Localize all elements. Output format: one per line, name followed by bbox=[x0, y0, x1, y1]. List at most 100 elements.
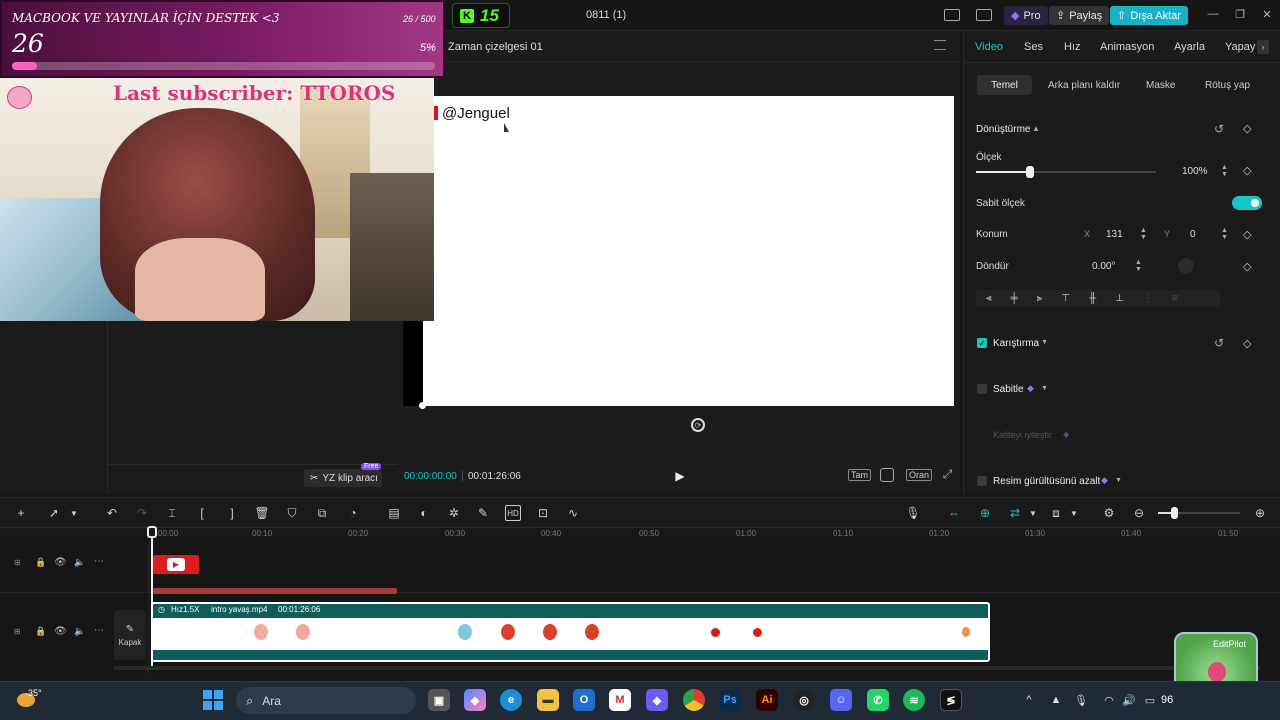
denoise-chevron-down-icon[interactable]: ▼ bbox=[1115, 477, 1122, 484]
position-x-value[interactable]: 131 bbox=[1106, 229, 1123, 240]
align-center-v-icon[interactable]: ╫ bbox=[1089, 293, 1096, 304]
uniform-scale-toggle[interactable] bbox=[1232, 196, 1262, 210]
youtube-clip[interactable]: ▶ bbox=[153, 555, 199, 574]
windows-start-icon[interactable] bbox=[203, 690, 223, 710]
position-x-stepper-icon[interactable]: ▲ ▼ bbox=[1140, 227, 1147, 241]
snapshot-icon[interactable] bbox=[880, 468, 894, 482]
position-y-value[interactable]: 0 bbox=[1190, 229, 1196, 240]
blend-chevron-down-icon[interactable]: ▼ bbox=[1041, 339, 1048, 346]
lock-icon[interactable]: 🔒 bbox=[35, 626, 46, 637]
scale-value[interactable]: 100% bbox=[1182, 166, 1208, 177]
blend-checkbox[interactable]: ✓ bbox=[977, 338, 987, 348]
rotate-value[interactable]: 0.00° bbox=[1092, 261, 1115, 272]
play-icon[interactable]: ▶ bbox=[673, 468, 687, 484]
hd-icon[interactable]: HD bbox=[505, 505, 521, 521]
rotate-dial[interactable] bbox=[1178, 258, 1194, 274]
keyboard-icon[interactable] bbox=[976, 9, 992, 21]
tab-animation[interactable]: Animasyon bbox=[1100, 41, 1154, 53]
wifi-icon[interactable]: ◠ bbox=[1102, 693, 1116, 707]
restore-icon[interactable]: ❐ bbox=[1232, 6, 1248, 22]
volume-icon[interactable]: 🔈 bbox=[74, 626, 85, 637]
stabilize-checkbox[interactable] bbox=[977, 384, 987, 394]
pro-button[interactable]: ◆ Pro bbox=[1004, 6, 1048, 25]
trim-end-icon[interactable]: ] bbox=[224, 505, 240, 521]
tab-audio[interactable]: Ses bbox=[1024, 41, 1043, 53]
link-icon[interactable]: ⊕ bbox=[977, 505, 993, 521]
split-icon[interactable]: ⌶ bbox=[164, 505, 180, 521]
minimize-icon[interactable]: — bbox=[1205, 6, 1221, 22]
stabilize-label[interactable]: Sabitle bbox=[993, 384, 1024, 395]
collapse-up-icon[interactable]: ▲ bbox=[1032, 124, 1040, 133]
redo-icon[interactable]: ↷ bbox=[134, 505, 150, 521]
keyframe-icon[interactable]: ◇ bbox=[1243, 122, 1251, 135]
chrome-icon[interactable] bbox=[683, 689, 705, 711]
reset-icon[interactable]: ↺ bbox=[1214, 122, 1224, 136]
subtab-remove-bg[interactable]: Arka planı kaldır bbox=[1048, 80, 1120, 91]
tray-chevron-up-icon[interactable]: ^ bbox=[1023, 693, 1035, 707]
preview-toggle-icon[interactable]: ⧈ bbox=[1048, 505, 1064, 521]
spotify-icon[interactable]: ≋ bbox=[903, 689, 925, 711]
chevron-down-icon[interactable]: ▼ bbox=[66, 505, 82, 521]
discord-icon[interactable]: ☺ bbox=[830, 689, 852, 711]
align-right-icon[interactable]: ⫸ bbox=[1037, 293, 1043, 304]
align-top-icon[interactable]: ⊤ bbox=[1061, 293, 1070, 304]
timeline-scrollbar[interactable] bbox=[113, 666, 1260, 670]
delete-icon[interactable]: 🗑 bbox=[254, 505, 270, 521]
distribute-v-icon[interactable]: ≡ bbox=[1172, 293, 1178, 304]
chevron-right-icon[interactable]: › bbox=[1257, 40, 1269, 54]
blend-label[interactable]: Karıştırma bbox=[993, 338, 1039, 349]
more-icon[interactable]: ⋯ bbox=[94, 625, 104, 636]
file-explorer-icon[interactable]: ▬ bbox=[537, 689, 559, 711]
stabilize-chevron-down-icon[interactable]: ▼ bbox=[1041, 385, 1048, 392]
audio-wave-icon[interactable]: ∿ bbox=[565, 505, 581, 521]
zoom-in-icon[interactable]: ⊕ bbox=[1252, 505, 1268, 521]
select-tool-icon[interactable]: ➚ bbox=[46, 505, 62, 521]
lock-icon[interactable]: 🔒 bbox=[35, 557, 46, 568]
freeze-icon[interactable]: ◐ bbox=[416, 505, 432, 521]
ratio-button[interactable]: Oran bbox=[906, 469, 933, 481]
capcut-icon[interactable]: ≶ bbox=[940, 689, 962, 711]
photoshop-icon[interactable]: Ps bbox=[719, 689, 741, 711]
tab-ai[interactable]: Yapay bbox=[1225, 41, 1255, 53]
obs-icon[interactable]: ◎ bbox=[793, 689, 815, 711]
ripple-chevron-down-icon[interactable]: ▼ bbox=[1025, 505, 1041, 521]
layout-icon[interactable] bbox=[944, 9, 960, 21]
copilot-icon[interactable]: ◆ bbox=[464, 689, 486, 711]
vpn-icon[interactable]: ◈ bbox=[646, 689, 668, 711]
subtab-basic[interactable]: Temel bbox=[977, 75, 1032, 95]
volume-icon[interactable]: 🔈 bbox=[74, 557, 85, 568]
align-center-h-icon[interactable]: ╪ bbox=[1011, 293, 1018, 304]
cover-button[interactable]: ✎ Kapak bbox=[114, 610, 146, 660]
outlook-icon[interactable]: O bbox=[573, 689, 595, 711]
ripple-icon[interactable]: ⇄ bbox=[1007, 505, 1023, 521]
tab-speed[interactable]: Hız bbox=[1064, 41, 1081, 53]
scale-slider[interactable] bbox=[976, 166, 1156, 178]
more-icon[interactable]: ⋯ bbox=[94, 556, 104, 567]
subtab-retouch[interactable]: Rötuş yap bbox=[1205, 80, 1250, 91]
battery-icon[interactable]: ▭ bbox=[1142, 693, 1158, 707]
eye-icon[interactable]: 👁 bbox=[54, 557, 67, 568]
weather-temp[interactable]: 35° bbox=[28, 688, 42, 698]
close-icon[interactable]: ✕ bbox=[1259, 6, 1275, 22]
speaker-icon[interactable]: 🔊 bbox=[1122, 693, 1136, 707]
eye-icon[interactable]: 👁 bbox=[54, 626, 67, 637]
blend-reset-icon[interactable]: ↺ bbox=[1214, 336, 1224, 350]
preview-chevron-down-icon[interactable]: ▼ bbox=[1066, 505, 1082, 521]
audio-detach-icon[interactable]: ▤ bbox=[386, 505, 402, 521]
preview-canvas[interactable]: @Jenguel bbox=[423, 96, 954, 406]
whatsapp-icon[interactable]: ✆ bbox=[867, 689, 889, 711]
rotate-handle-icon[interactable]: ⟳ bbox=[691, 418, 705, 432]
magic-icon[interactable]: ✎ bbox=[475, 505, 491, 521]
tab-video[interactable]: Video bbox=[975, 41, 1003, 53]
zoom-out-icon[interactable]: ⊖ bbox=[1131, 505, 1147, 521]
distribute-h-icon[interactable]: ⋮ bbox=[1143, 293, 1153, 304]
snap-icon[interactable]: ⇔ bbox=[946, 505, 962, 521]
tab-adjust[interactable]: Ayarla bbox=[1174, 41, 1205, 53]
video-clip[interactable]: ◷ Hız1.5X intro yavaş.mp4 00:01:26:06 bbox=[151, 602, 990, 662]
transform-heading[interactable]: Dönüştürme bbox=[976, 124, 1030, 135]
audio-clip[interactable] bbox=[153, 588, 397, 594]
align-bottom-icon[interactable]: ⊥ bbox=[1115, 293, 1124, 304]
align-left-icon[interactable]: ⫷ bbox=[986, 293, 992, 304]
track-settings-icon[interactable]: ⚙ bbox=[1101, 505, 1117, 521]
tray-mic-icon[interactable]: 🎙 bbox=[1074, 693, 1088, 707]
